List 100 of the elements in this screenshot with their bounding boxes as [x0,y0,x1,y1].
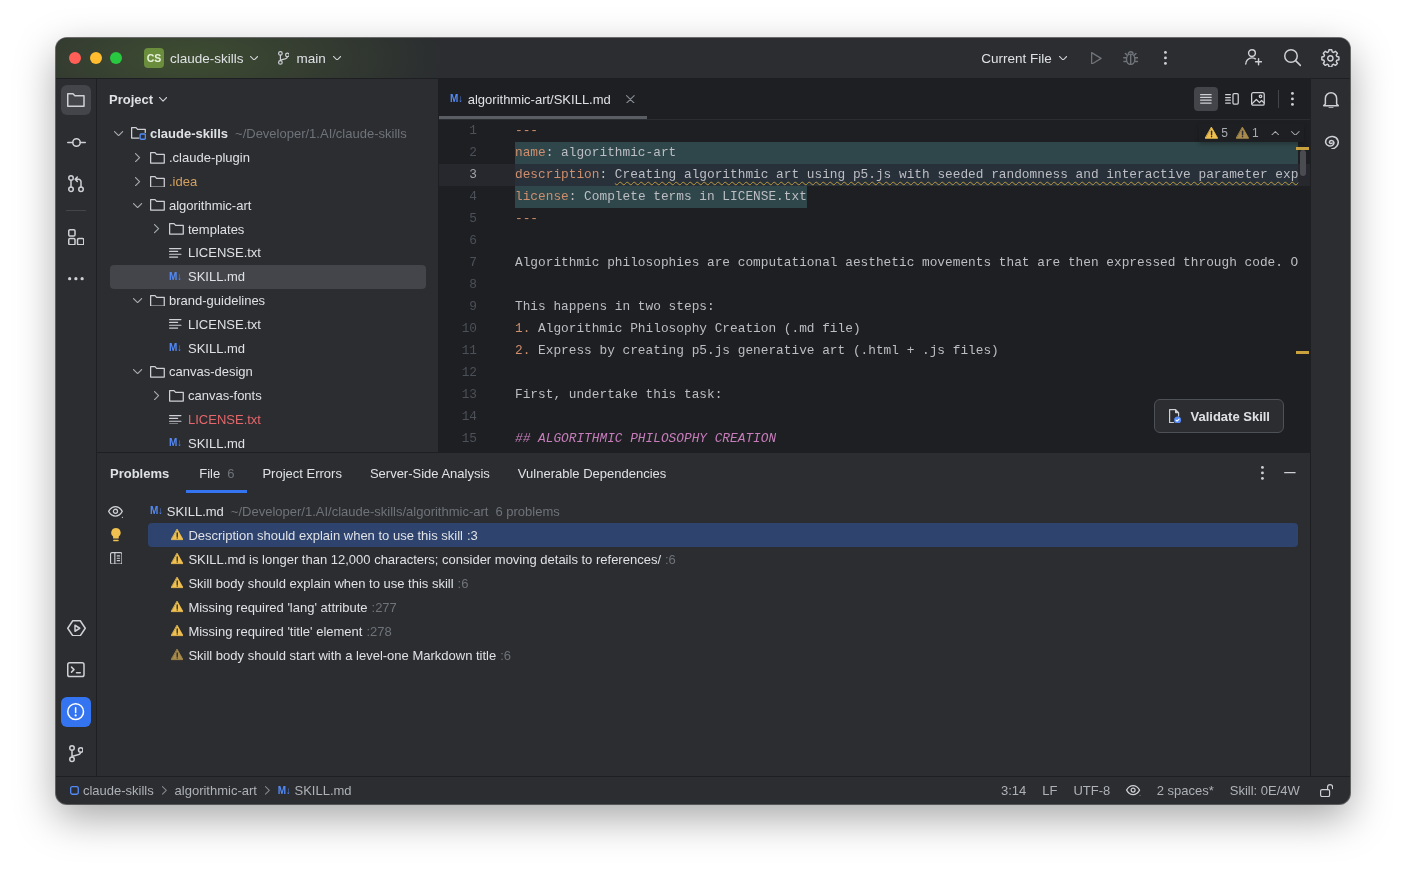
indent-selector[interactable]: 2 spaces* [1156,783,1214,798]
padlock-icon[interactable] [1319,783,1333,798]
problem-location: :278 [366,623,392,639]
line-number: 3 [469,166,477,184]
skill-status[interactable]: Skill: 0E/4W [1229,783,1300,798]
panel-tab[interactable]: Vulnerable Dependencies [504,453,680,493]
problem-item[interactable]: Skill body should start with a level-one Markdown title :6 [148,643,1298,667]
project-tool-button[interactable] [61,85,91,115]
chevron-right-icon[interactable] [154,391,160,401]
problem-item[interactable]: Missing required 'lang' attribute :277 [148,595,1298,619]
chevron-right-icon[interactable] [135,176,141,187]
warning-icon [1205,127,1219,139]
chevron-down-icon[interactable] [133,369,143,375]
branch-icon [68,745,84,763]
tree-item[interactable]: M↓ SKILL.md [110,431,426,452]
line-separator-selector[interactable]: LF [1042,783,1058,798]
chevron-up-icon[interactable] [1270,130,1280,136]
text-file-icon [169,248,182,258]
settings-icon[interactable] [1321,48,1340,68]
warning-icon [171,625,184,637]
project-view-selector[interactable]: Project [109,92,168,107]
recent-projects-dropdown[interactable]: CS claude-skills [144,44,258,72]
minimize-icon[interactable] [1284,472,1296,474]
tree-item[interactable]: canvas-fonts [110,383,426,408]
panel-tab[interactable]: Server-Side Analysis [356,453,503,493]
caret-position[interactable]: 3:14 [1000,783,1027,798]
code-line: --- [515,122,539,140]
light-bulb-icon[interactable] [111,528,121,542]
bug-icon[interactable] [1122,50,1139,66]
panel-tab[interactable]: File 6 [186,453,248,493]
tree-item[interactable]: LICENSE.txt [110,312,426,337]
more-icon[interactable] [1291,92,1294,106]
warnings-counter[interactable]: 5 [1205,126,1228,140]
encoding-selector[interactable]: UTF-8 [1073,783,1111,798]
problems-icon [67,703,85,721]
warning-icon [1235,127,1249,139]
chevron-right-icon[interactable] [154,224,160,234]
details-panel-icon[interactable] [109,551,123,565]
tree-item[interactable]: M↓ SKILL.md [110,336,426,360]
search-icon[interactable] [1284,49,1302,67]
tree-item[interactable]: brand-guidelines [110,288,426,313]
editor-only-button[interactable] [1194,87,1219,111]
file-name: SKILL.md [188,269,246,285]
eye-icon[interactable] [1126,784,1141,797]
close-window-button[interactable] [69,52,81,64]
eye-icon[interactable] [108,506,124,519]
problem-message: Missing required 'title' element [188,623,363,639]
file-name: canvas-fonts [188,388,262,404]
chevron-right-icon[interactable] [135,153,141,163]
chevron-down-icon[interactable] [1291,130,1300,136]
zoom-window-button[interactable] [110,52,122,64]
panel-tab[interactable]: Project Errors [249,453,355,493]
problem-message: Description should explain when to use this skill [188,527,463,543]
more-icon[interactable] [1261,466,1265,480]
tree-item[interactable]: templates [110,217,426,241]
tree-item[interactable]: LICENSE.txt [110,407,426,432]
minimize-window-button[interactable] [89,52,102,64]
play-icon[interactable] [1090,51,1102,65]
more-icon[interactable] [1164,51,1167,65]
problem-item[interactable]: Skill body should explain when to use this skill :6 [148,571,1298,595]
breadcrumb-item[interactable]: algorithmic-art [174,783,257,798]
scrollbar-thumb[interactable] [1300,150,1306,176]
editor-tab[interactable]: M↓ algorithmic-art/SKILL.md [439,79,647,119]
warning-icon [171,553,184,565]
tree-item[interactable]: .claude-plugin [110,145,426,170]
add-user-icon[interactable] [1244,49,1263,67]
commit-icon [66,137,86,147]
problem-item[interactable]: Missing required 'title' element :278 [148,619,1298,643]
problem-location: :6 [500,647,512,663]
warning-icon [171,601,184,613]
tree-item[interactable]: LICENSE.txt [110,241,426,265]
folder-icon [150,366,165,378]
breadcrumb-item[interactable]: M↓ SKILL.md [277,783,352,798]
breadcrumb-item[interactable]: claude-skills [70,783,154,798]
problem-item[interactable]: Description should explain when to use this skill :3 [148,523,1298,547]
problem-file-item[interactable]: M↓ SKILL.md ~/Developer/1.AI/claude-skills/algorithmic-art 6 problems [148,499,1298,523]
markdown-icon: M↓ [169,270,182,283]
problem-message: Skill body should explain when to use this skill [188,575,454,591]
file-name: LICENSE.txt [188,245,261,261]
problem-item[interactable]: SKILL.md is longer than 12,000 characters; consider moving details to references/ :6 [148,547,1298,571]
tree-item[interactable]: M↓ SKILL.md [110,264,426,289]
warnings-counter[interactable]: 1 [1235,126,1259,140]
close-icon[interactable] [625,94,635,104]
file-path: ~/Developer/1.AI/claude-skills [235,126,407,142]
tree-item[interactable]: algorithmic-art [110,193,426,218]
tree-item[interactable]: .idea [110,169,426,194]
chevron-down-icon[interactable] [133,297,143,304]
panel-title: Problems [110,465,170,481]
chevron-down-icon[interactable] [133,202,143,208]
file-name: canvas-design [169,364,253,380]
problems-tool-button[interactable] [61,697,91,727]
tree-item[interactable]: canvas-design [110,359,426,384]
tree-item[interactable]: claude-skills ~/Developer/1.AI/claude-skills [110,122,426,146]
file-name: .idea [169,174,198,189]
branch-dropdown[interactable]: main [277,44,341,72]
validate-skill-button[interactable]: Validate Skill [1154,399,1284,433]
chevron-down-icon[interactable] [114,131,124,137]
pull-request-icon [68,175,84,193]
run-configuration-dropdown[interactable]: Current File [981,44,1067,72]
more-icon [68,277,84,281]
